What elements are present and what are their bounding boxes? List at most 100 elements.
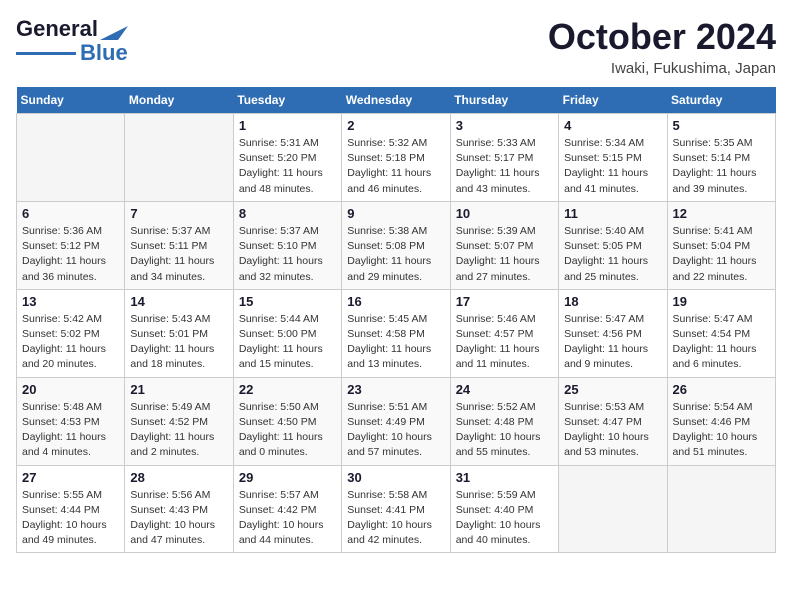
day-info: Sunrise: 5:49 AM Sunset: 4:52 PM Dayligh…: [130, 400, 227, 461]
logo-arrow-icon: [100, 18, 128, 40]
day-info: Sunrise: 5:47 AM Sunset: 4:54 PM Dayligh…: [673, 312, 770, 373]
day-number: 7: [130, 206, 227, 221]
calendar-cell: 3 Sunrise: 5:33 AM Sunset: 5:17 PM Dayli…: [450, 114, 558, 202]
day-number: 24: [456, 382, 553, 397]
day-info: Sunrise: 5:43 AM Sunset: 5:01 PM Dayligh…: [130, 312, 227, 373]
day-number: 19: [673, 294, 770, 309]
day-number: 12: [673, 206, 770, 221]
day-number: 1: [239, 118, 336, 133]
week-row-1: 1 Sunrise: 5:31 AM Sunset: 5:20 PM Dayli…: [17, 114, 776, 202]
calendar-cell: 9 Sunrise: 5:38 AM Sunset: 5:08 PM Dayli…: [342, 201, 450, 289]
day-info: Sunrise: 5:37 AM Sunset: 5:10 PM Dayligh…: [239, 224, 336, 285]
day-number: 8: [239, 206, 336, 221]
day-info: Sunrise: 5:40 AM Sunset: 5:05 PM Dayligh…: [564, 224, 661, 285]
logo-blue: Blue: [80, 40, 128, 66]
day-info: Sunrise: 5:57 AM Sunset: 4:42 PM Dayligh…: [239, 488, 336, 549]
day-info: Sunrise: 5:39 AM Sunset: 5:07 PM Dayligh…: [456, 224, 553, 285]
calendar-cell: 13 Sunrise: 5:42 AM Sunset: 5:02 PM Dayl…: [17, 289, 125, 377]
calendar-cell: 19 Sunrise: 5:47 AM Sunset: 4:54 PM Dayl…: [667, 289, 775, 377]
calendar-cell: 10 Sunrise: 5:39 AM Sunset: 5:07 PM Dayl…: [450, 201, 558, 289]
day-info: Sunrise: 5:44 AM Sunset: 5:00 PM Dayligh…: [239, 312, 336, 373]
weekday-header-thursday: Thursday: [450, 87, 558, 114]
page-header: General Blue October 2024 Iwaki, Fukushi…: [16, 16, 776, 77]
calendar-cell: 25 Sunrise: 5:53 AM Sunset: 4:47 PM Dayl…: [559, 377, 667, 465]
day-info: Sunrise: 5:41 AM Sunset: 5:04 PM Dayligh…: [673, 224, 770, 285]
day-info: Sunrise: 5:52 AM Sunset: 4:48 PM Dayligh…: [456, 400, 553, 461]
day-number: 13: [22, 294, 119, 309]
day-number: 14: [130, 294, 227, 309]
day-info: Sunrise: 5:38 AM Sunset: 5:08 PM Dayligh…: [347, 224, 444, 285]
day-info: Sunrise: 5:59 AM Sunset: 4:40 PM Dayligh…: [456, 488, 553, 549]
day-info: Sunrise: 5:50 AM Sunset: 4:50 PM Dayligh…: [239, 400, 336, 461]
month-title: October 2024: [548, 16, 776, 58]
day-info: Sunrise: 5:37 AM Sunset: 5:11 PM Dayligh…: [130, 224, 227, 285]
day-info: Sunrise: 5:48 AM Sunset: 4:53 PM Dayligh…: [22, 400, 119, 461]
calendar-table: SundayMondayTuesdayWednesdayThursdayFrid…: [16, 87, 776, 553]
calendar-cell: 26 Sunrise: 5:54 AM Sunset: 4:46 PM Dayl…: [667, 377, 775, 465]
day-info: Sunrise: 5:56 AM Sunset: 4:43 PM Dayligh…: [130, 488, 227, 549]
calendar-cell: 11 Sunrise: 5:40 AM Sunset: 5:05 PM Dayl…: [559, 201, 667, 289]
calendar-cell: 8 Sunrise: 5:37 AM Sunset: 5:10 PM Dayli…: [233, 201, 341, 289]
day-number: 30: [347, 470, 444, 485]
day-number: 20: [22, 382, 119, 397]
weekday-header-row: SundayMondayTuesdayWednesdayThursdayFrid…: [17, 87, 776, 114]
day-info: Sunrise: 5:46 AM Sunset: 4:57 PM Dayligh…: [456, 312, 553, 373]
weekday-header-friday: Friday: [559, 87, 667, 114]
weekday-header-sunday: Sunday: [17, 87, 125, 114]
week-row-3: 13 Sunrise: 5:42 AM Sunset: 5:02 PM Dayl…: [17, 289, 776, 377]
weekday-header-monday: Monday: [125, 87, 233, 114]
day-info: Sunrise: 5:42 AM Sunset: 5:02 PM Dayligh…: [22, 312, 119, 373]
day-number: 10: [456, 206, 553, 221]
day-number: 2: [347, 118, 444, 133]
day-info: Sunrise: 5:55 AM Sunset: 4:44 PM Dayligh…: [22, 488, 119, 549]
calendar-cell: 30 Sunrise: 5:58 AM Sunset: 4:41 PM Dayl…: [342, 465, 450, 553]
calendar-cell: 28 Sunrise: 5:56 AM Sunset: 4:43 PM Dayl…: [125, 465, 233, 553]
calendar-cell: 12 Sunrise: 5:41 AM Sunset: 5:04 PM Dayl…: [667, 201, 775, 289]
week-row-5: 27 Sunrise: 5:55 AM Sunset: 4:44 PM Dayl…: [17, 465, 776, 553]
calendar-cell: [667, 465, 775, 553]
week-row-4: 20 Sunrise: 5:48 AM Sunset: 4:53 PM Dayl…: [17, 377, 776, 465]
day-info: Sunrise: 5:36 AM Sunset: 5:12 PM Dayligh…: [22, 224, 119, 285]
weekday-header-wednesday: Wednesday: [342, 87, 450, 114]
calendar-cell: 21 Sunrise: 5:49 AM Sunset: 4:52 PM Dayl…: [125, 377, 233, 465]
day-number: 23: [347, 382, 444, 397]
day-info: Sunrise: 5:58 AM Sunset: 4:41 PM Dayligh…: [347, 488, 444, 549]
calendar-cell: 23 Sunrise: 5:51 AM Sunset: 4:49 PM Dayl…: [342, 377, 450, 465]
day-info: Sunrise: 5:45 AM Sunset: 4:58 PM Dayligh…: [347, 312, 444, 373]
day-number: 18: [564, 294, 661, 309]
calendar-cell: 22 Sunrise: 5:50 AM Sunset: 4:50 PM Dayl…: [233, 377, 341, 465]
day-info: Sunrise: 5:32 AM Sunset: 5:18 PM Dayligh…: [347, 136, 444, 197]
calendar-cell: [17, 114, 125, 202]
calendar-cell: 1 Sunrise: 5:31 AM Sunset: 5:20 PM Dayli…: [233, 114, 341, 202]
calendar-cell: 5 Sunrise: 5:35 AM Sunset: 5:14 PM Dayli…: [667, 114, 775, 202]
calendar-cell: 17 Sunrise: 5:46 AM Sunset: 4:57 PM Dayl…: [450, 289, 558, 377]
day-number: 16: [347, 294, 444, 309]
day-number: 17: [456, 294, 553, 309]
week-row-2: 6 Sunrise: 5:36 AM Sunset: 5:12 PM Dayli…: [17, 201, 776, 289]
day-info: Sunrise: 5:35 AM Sunset: 5:14 PM Dayligh…: [673, 136, 770, 197]
logo-general: General: [16, 16, 98, 42]
day-number: 31: [456, 470, 553, 485]
calendar-cell: 6 Sunrise: 5:36 AM Sunset: 5:12 PM Dayli…: [17, 201, 125, 289]
calendar-cell: 20 Sunrise: 5:48 AM Sunset: 4:53 PM Dayl…: [17, 377, 125, 465]
weekday-header-saturday: Saturday: [667, 87, 775, 114]
calendar-cell: 18 Sunrise: 5:47 AM Sunset: 4:56 PM Dayl…: [559, 289, 667, 377]
day-info: Sunrise: 5:34 AM Sunset: 5:15 PM Dayligh…: [564, 136, 661, 197]
logo-underline: [16, 52, 76, 55]
calendar-cell: [125, 114, 233, 202]
day-number: 27: [22, 470, 119, 485]
day-number: 22: [239, 382, 336, 397]
calendar-cell: 31 Sunrise: 5:59 AM Sunset: 4:40 PM Dayl…: [450, 465, 558, 553]
day-number: 25: [564, 382, 661, 397]
title-block: October 2024 Iwaki, Fukushima, Japan: [548, 16, 776, 77]
calendar-cell: 15 Sunrise: 5:44 AM Sunset: 5:00 PM Dayl…: [233, 289, 341, 377]
calendar-cell: 4 Sunrise: 5:34 AM Sunset: 5:15 PM Dayli…: [559, 114, 667, 202]
day-info: Sunrise: 5:53 AM Sunset: 4:47 PM Dayligh…: [564, 400, 661, 461]
day-number: 15: [239, 294, 336, 309]
calendar-cell: 7 Sunrise: 5:37 AM Sunset: 5:11 PM Dayli…: [125, 201, 233, 289]
calendar-cell: 24 Sunrise: 5:52 AM Sunset: 4:48 PM Dayl…: [450, 377, 558, 465]
day-info: Sunrise: 5:54 AM Sunset: 4:46 PM Dayligh…: [673, 400, 770, 461]
day-number: 29: [239, 470, 336, 485]
day-number: 11: [564, 206, 661, 221]
day-number: 28: [130, 470, 227, 485]
